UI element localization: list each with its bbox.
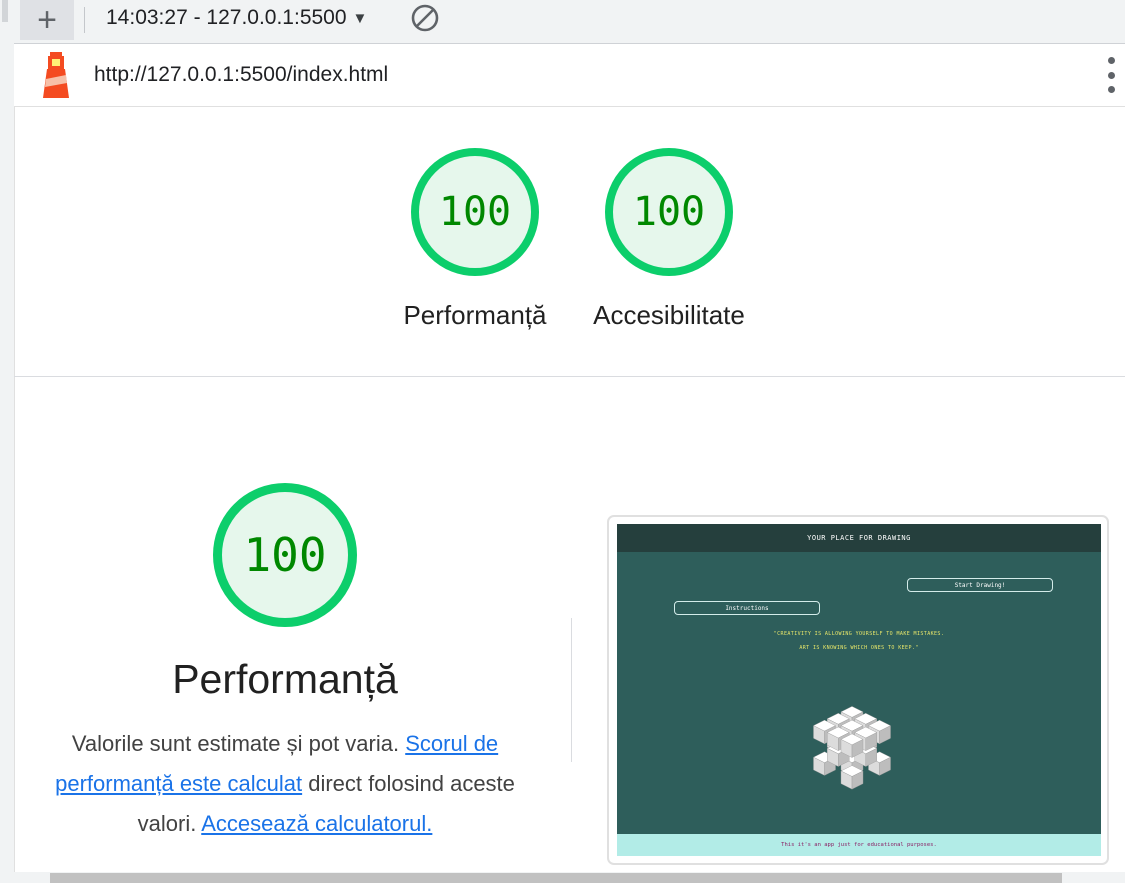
cube-illustration xyxy=(813,706,891,790)
performance-score-gauge: 100 xyxy=(213,483,357,627)
report-url-bar: http://127.0.0.1:5500/index.html xyxy=(14,44,1125,107)
lighthouse-logo-icon xyxy=(43,52,69,98)
toolbar-divider xyxy=(84,7,85,33)
report-selector[interactable]: 14:03:27 - 127.0.0.1:5500 ▼ xyxy=(106,6,367,30)
screenshot-footer: This it's an app just for educational pu… xyxy=(617,834,1101,856)
screenshot-header: YOUR PLACE FOR DRAWING xyxy=(617,524,1101,552)
left-panel-strip xyxy=(0,0,15,883)
section-divider xyxy=(14,376,1125,377)
caret-down-icon: ▼ xyxy=(352,9,368,27)
scrollbar-thumb[interactable] xyxy=(50,873,1062,883)
screenshot-start-button: Start Drawing! xyxy=(907,578,1053,592)
clear-block-icon[interactable] xyxy=(410,3,440,33)
new-report-button[interactable]: + xyxy=(20,0,74,40)
description-text: Valorile sunt estimate și pot varia. xyxy=(71,731,406,756)
report-url[interactable]: http://127.0.0.1:5500/index.html xyxy=(94,63,388,87)
performance-title: Performanță xyxy=(172,656,398,702)
performance-score: 100 xyxy=(243,528,327,582)
panel-edge-marker xyxy=(2,0,8,22)
report-selector-label: 14:03:27 - 127.0.0.1:5500 xyxy=(106,6,347,29)
screenshot-instructions-button: Instructions xyxy=(674,601,820,615)
more-options-icon[interactable] xyxy=(1104,57,1118,93)
gauge-accessibility[interactable]: 100 xyxy=(605,148,733,276)
plus-icon: + xyxy=(37,1,57,39)
gauge-score: 100 xyxy=(438,189,512,235)
report-toolbar: + 14:03:27 - 127.0.0.1:5500 ▼ xyxy=(14,0,1125,44)
vertical-divider xyxy=(571,618,572,762)
performance-description: Valorile sunt estimate și pot varia. Sco… xyxy=(30,724,540,844)
gauge-accessibility-label[interactable]: Accesibilitate xyxy=(569,300,769,331)
calculator-link[interactable]: Accesează calculatorul. xyxy=(201,811,432,836)
horizontal-scrollbar[interactable] xyxy=(14,872,1125,883)
screenshot-quote-line: "CREATIVITY IS ALLOWING YOURSELF TO MAKE… xyxy=(773,631,945,637)
screenshot-quote-line: ART IS KNOWING WHICH ONES TO KEEP." xyxy=(799,645,919,651)
gauge-performance[interactable]: 100 xyxy=(411,148,539,276)
gauge-score: 100 xyxy=(632,189,706,235)
gauge-performance-label[interactable]: Performanță xyxy=(375,300,575,331)
final-screenshot[interactable]: YOUR PLACE FOR DRAWING Start Drawing! In… xyxy=(617,524,1101,856)
